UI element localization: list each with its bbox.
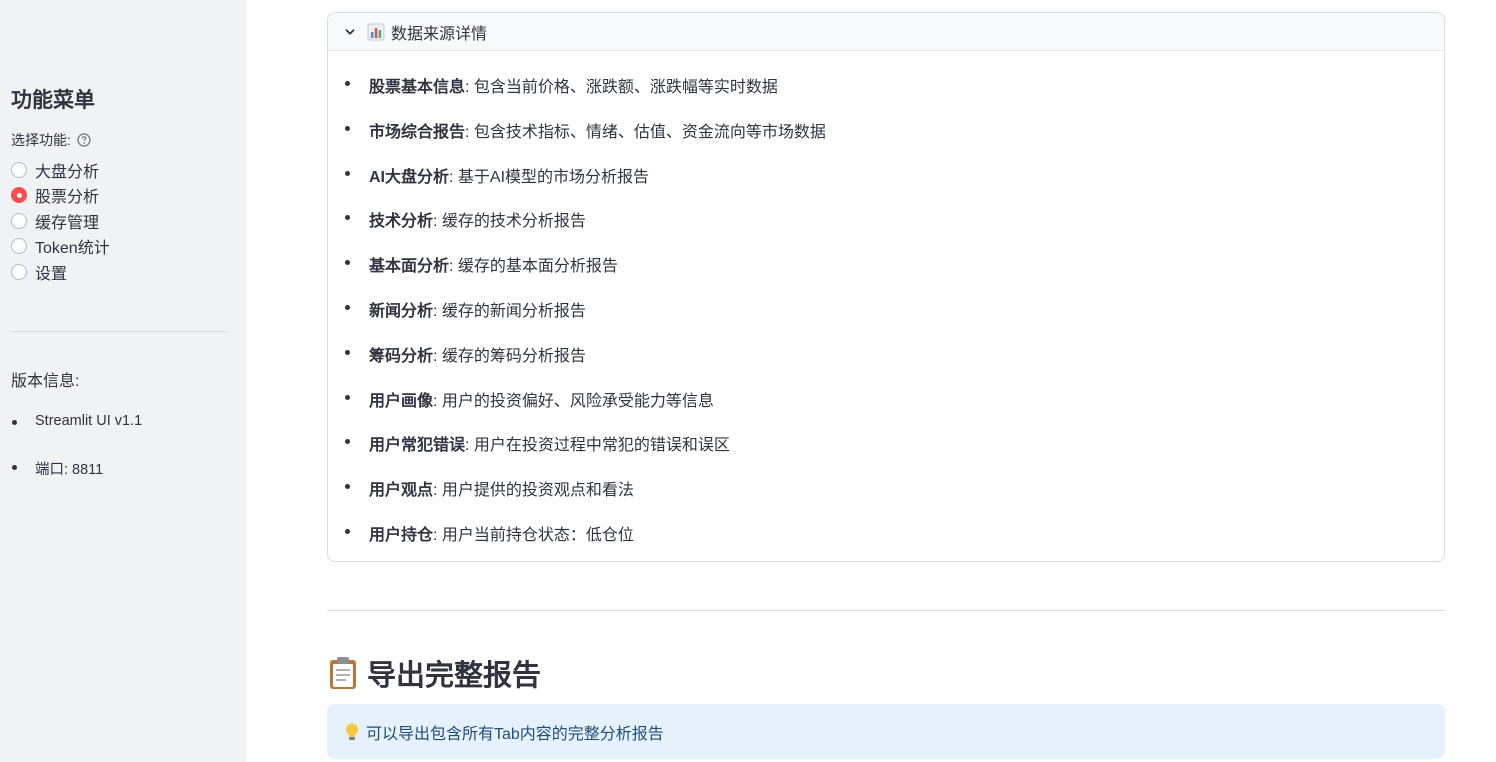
lightbulb-icon	[343, 722, 361, 742]
sidebar: 功能菜单 选择功能: 大盘分析 股票分析 缓存管理 Token统计 设置 版本信…	[0, 0, 247, 762]
list-item: 技术分析: 缓存的技术分析报告	[344, 207, 826, 252]
list-item: 用户观点: 用户提供的投资观点和看法	[344, 476, 826, 521]
radio-option-stock-analysis[interactable]: 股票分析	[11, 183, 110, 209]
item-desc: : 用户在投资过程中常犯的错误和误区	[465, 437, 730, 455]
list-item: 市场综合报告: 包含技术指标、情绪、估值、资金流向等市场数据	[344, 118, 826, 163]
radio-circle[interactable]	[11, 212, 27, 229]
info-text: 可以导出包含所有Tab内容的完整分析报告	[366, 725, 664, 743]
bullet	[345, 528, 350, 534]
sidebar-divider	[11, 331, 227, 332]
bullet	[345, 394, 350, 400]
bullet	[12, 465, 17, 470]
export-section-title: 导出完整报告	[327, 652, 541, 694]
item-desc: : 缓存的基本面分析报告	[449, 258, 618, 276]
item-term: 市场综合报告	[369, 123, 466, 141]
radio-option-label: 大盘分析	[35, 163, 100, 181]
radio-circle[interactable]	[11, 263, 27, 280]
radio-circle[interactable]	[11, 161, 27, 178]
select-function-label-text: 选择功能:	[11, 132, 71, 148]
item-desc: : 包含当前价格、涨跌额、涨跌幅等实时数据	[465, 79, 778, 96]
bullet	[345, 439, 350, 445]
radio-option-label: 设置	[35, 265, 68, 283]
item-desc: : 缓存的筹码分析报告	[433, 347, 586, 365]
clipboard-icon	[327, 656, 359, 690]
bullet	[345, 215, 350, 221]
data-source-expander: 数据来源详情 股票基本信息: 包含当前价格、涨跌额、涨跌幅等实时数据 市场综合报…	[327, 12, 1445, 562]
select-function-label: 选择功能:	[11, 130, 91, 150]
help-icon[interactable]	[77, 133, 91, 147]
list-item: 用户常犯错误: 用户在投资过程中常犯的错误和误区	[344, 431, 826, 476]
list-item: AI大盘分析: 基于AI模型的市场分析报告	[344, 163, 826, 208]
version-info-title: 版本信息:	[11, 373, 80, 390]
chevron-down-icon[interactable]	[343, 25, 357, 39]
list-item: Streamlit UI v1.1	[11, 410, 142, 455]
bullet	[345, 484, 350, 490]
item-term: 用户观点	[369, 482, 434, 500]
function-radio-group: 大盘分析 股票分析 缓存管理 Token统计 设置	[11, 157, 110, 285]
list-item: 端口: 8811	[11, 455, 142, 500]
item-term: 新闻分析	[369, 302, 434, 320]
bullet	[345, 81, 350, 86]
list-item: 股票基本信息: 包含当前价格、涨跌额、涨跌幅等实时数据	[344, 73, 826, 118]
expander-title: 数据来源详情	[391, 25, 488, 43]
export-title-text: 导出完整报告	[367, 660, 542, 692]
version-item-text: 端口: 8811	[35, 462, 104, 478]
info-alert: 可以导出包含所有Tab内容的完整分析报告	[327, 704, 1445, 759]
expander-header[interactable]: 数据来源详情	[328, 13, 1444, 51]
version-item-text: Streamlit UI v1.1	[35, 413, 143, 429]
list-item: 新闻分析: 缓存的新闻分析报告	[344, 297, 826, 342]
item-desc: : 缓存的新闻分析报告	[433, 302, 586, 320]
bullet	[345, 260, 350, 266]
item-term: 筹码分析	[369, 347, 434, 365]
radio-option-label: Token统计	[35, 240, 110, 258]
item-desc: : 缓存的技术分析报告	[433, 213, 586, 231]
radio-option-token-stats[interactable]: Token统计	[11, 234, 110, 260]
version-info-list: Streamlit UI v1.1 端口: 8811	[11, 410, 142, 500]
item-term: 基本面分析	[369, 258, 450, 276]
item-term: 用户持仓	[369, 526, 434, 544]
bar-chart-icon	[367, 23, 385, 41]
item-term: 用户画像	[369, 392, 434, 410]
radio-circle-selected[interactable]	[11, 187, 27, 204]
bullet	[12, 420, 17, 425]
item-desc: : 用户当前持仓状态：低仓位	[433, 526, 634, 544]
item-term: AI大盘分析	[369, 168, 450, 186]
bullet	[345, 170, 350, 176]
list-item: 基本面分析: 缓存的基本面分析报告	[344, 252, 826, 297]
item-desc: : 用户的投资偏好、风险承受能力等信息	[433, 392, 714, 410]
bullet	[345, 304, 350, 310]
radio-option-label: 股票分析	[35, 189, 100, 207]
radio-option-market-analysis[interactable]: 大盘分析	[11, 157, 110, 183]
item-desc: : 包含技术指标、情绪、估值、资金流向等市场数据	[465, 123, 826, 141]
main-divider	[327, 610, 1445, 611]
radio-option-label: 缓存管理	[35, 214, 100, 232]
list-item: 筹码分析: 缓存的筹码分析报告	[344, 342, 826, 387]
item-desc: : 用户提供的投资观点和看法	[433, 482, 634, 500]
item-term: 股票基本信息	[369, 79, 466, 96]
bullet	[345, 349, 350, 355]
item-term: 技术分析	[369, 213, 434, 231]
item-desc: : 基于AI模型的市场分析报告	[449, 168, 650, 186]
radio-option-cache-management[interactable]: 缓存管理	[11, 208, 110, 234]
item-term: 用户常犯错误	[369, 437, 466, 455]
list-item: 用户持仓: 用户当前持仓状态：低仓位	[344, 521, 826, 566]
radio-circle[interactable]	[11, 238, 27, 255]
radio-option-settings[interactable]: 设置	[11, 259, 110, 285]
list-item: 用户画像: 用户的投资偏好、风险承受能力等信息	[344, 387, 826, 432]
data-source-list: 股票基本信息: 包含当前价格、涨跌额、涨跌幅等实时数据 市场综合报告: 包含技术…	[344, 73, 826, 566]
bullet	[345, 125, 350, 131]
sidebar-title: 功能菜单	[11, 89, 95, 112]
